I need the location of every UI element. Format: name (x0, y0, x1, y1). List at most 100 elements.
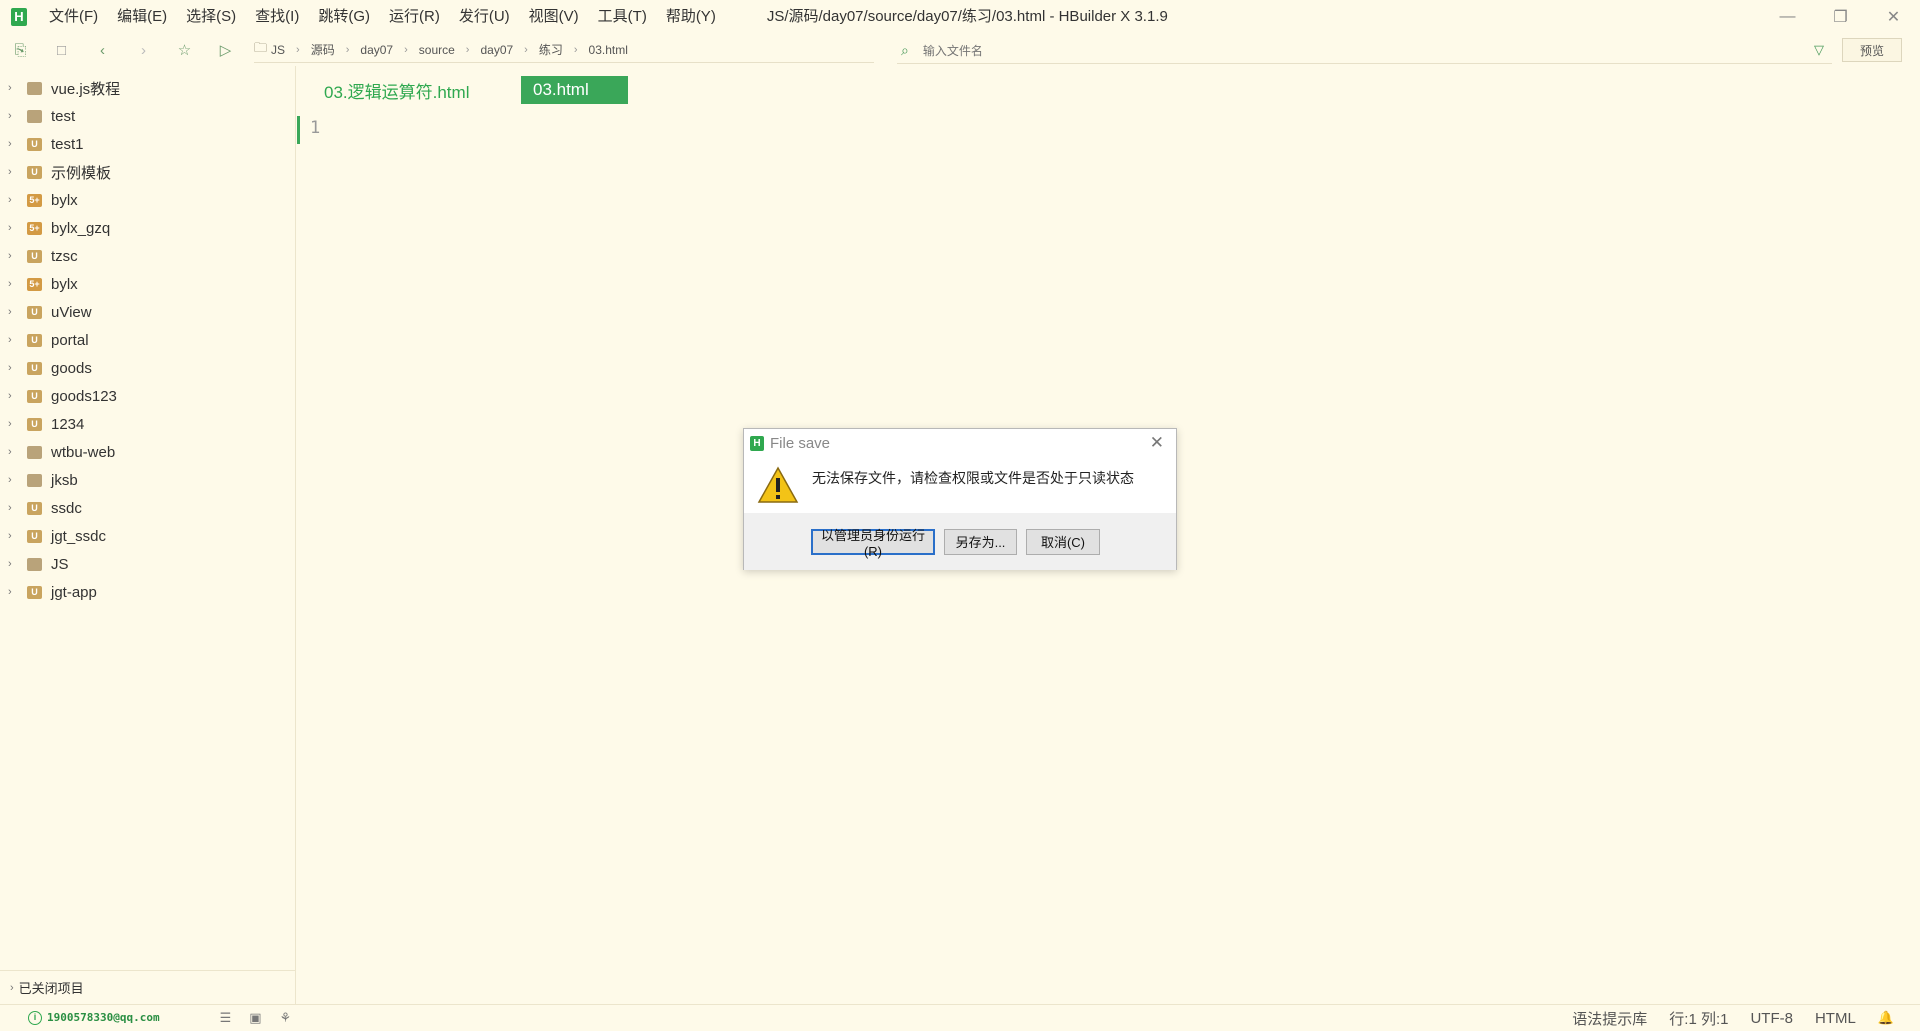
chevron-right-icon[interactable]: › (8, 250, 20, 262)
dialog-footer: 以管理员身份运行(R) 另存为... 取消(C) (744, 513, 1176, 570)
project-item[interactable]: › vue.js教程 (0, 74, 295, 102)
close-window-icon[interactable]: ✕ (1867, 0, 1920, 34)
project-item[interactable]: › 5+ bylx_gzq (0, 214, 295, 242)
breadcrumb-item[interactable]: 练习 (539, 41, 563, 58)
chevron-right-icon[interactable]: › (8, 194, 20, 206)
project-item[interactable]: › Utest1 (0, 130, 295, 158)
menu-run[interactable]: 运行(R) (379, 0, 449, 34)
title-bar: H 文件(F) 编辑(E) 选择(S) 查找(I) 跳转(G) 运行(R) 发行… (0, 0, 1920, 34)
project-label: goods (51, 359, 92, 377)
closed-projects-section[interactable]: › 已关闭项目 (0, 970, 295, 1004)
chevron-right-icon[interactable]: › (8, 446, 20, 458)
breadcrumb-item[interactable]: day07 (480, 43, 513, 57)
project-item[interactable]: › 5+ bylx (0, 270, 295, 298)
menu-goto[interactable]: 跳转(G) (308, 0, 379, 34)
project-label: test1 (51, 135, 84, 153)
chevron-right-icon[interactable]: › (8, 586, 20, 598)
project-label: vue.js教程 (51, 80, 121, 98)
project-item[interactable]: › U 1234 (0, 410, 295, 438)
chevron-right-icon: › (404, 43, 408, 56)
run-icon[interactable]: ▷ (205, 34, 246, 66)
chevron-right-icon[interactable]: › (8, 306, 20, 318)
chevron-right-icon[interactable]: › (8, 138, 20, 150)
project-item[interactable]: › Ugoods123 (0, 382, 295, 410)
project-label: jksb (51, 471, 78, 489)
close-icon[interactable]: ✕ (1150, 433, 1164, 453)
tab-logic-operators[interactable]: 03.逻辑运算符.html (324, 76, 469, 104)
project-item[interactable]: › test (0, 102, 295, 130)
project-item[interactable]: › 5+ bylx (0, 186, 295, 214)
chevron-right-icon[interactable]: › (8, 222, 20, 234)
menu-select[interactable]: 选择(S) (176, 0, 245, 34)
save-as-button[interactable]: 另存为... (944, 528, 1017, 555)
plugin-icon[interactable]: ⚘ (280, 1010, 292, 1026)
preview-button[interactable]: 预览 (1842, 38, 1902, 62)
back-icon[interactable]: ‹ (82, 34, 123, 66)
menu-help[interactable]: 帮助(Y) (656, 0, 725, 34)
project-item[interactable]: › U 示例模板 (0, 158, 295, 186)
breadcrumb-item[interactable]: source (419, 43, 455, 57)
chevron-right-icon[interactable]: › (8, 334, 20, 346)
bell-icon[interactable]: 🔔 (1878, 1010, 1894, 1026)
chevron-right-icon[interactable]: › (8, 278, 20, 290)
chevron-right-icon: › (296, 43, 300, 56)
breadcrumb-item[interactable]: day07 (360, 43, 393, 57)
status-bar: i 1900578330@qq.com ☰ ▣ ⚘ 语法提示库 行:1 列:1 … (0, 1004, 1920, 1030)
project-item[interactable]: › Ujgt-app (0, 578, 295, 606)
chevron-right-icon[interactable]: › (8, 558, 20, 570)
project-item[interactable]: › Uportal (0, 326, 295, 354)
project-item[interactable]: › UuView (0, 298, 295, 326)
chevron-right-icon[interactable]: › (10, 982, 14, 994)
file-search-input[interactable] (922, 43, 1723, 58)
chevron-right-icon[interactable]: › (8, 166, 20, 178)
project-label: jgt-app (51, 583, 97, 601)
bookmark-star-icon[interactable]: ☆ (164, 34, 205, 66)
user-account[interactable]: 1900578330@qq.com (47, 1011, 160, 1024)
terminal-icon[interactable]: ▣ (249, 1010, 261, 1026)
breadcrumb-item[interactable]: 源码 (311, 41, 335, 58)
breadcrumb-item[interactable]: JS (271, 43, 285, 57)
syntax-library[interactable]: 语法提示库 (1572, 1008, 1647, 1029)
chevron-right-icon[interactable]: › (8, 530, 20, 542)
cursor-position[interactable]: 行:1 列:1 (1669, 1008, 1728, 1029)
forward-icon[interactable]: › (123, 34, 164, 66)
language-mode[interactable]: HTML (1815, 1010, 1856, 1027)
minimize-icon[interactable]: — (1761, 0, 1814, 34)
chevron-right-icon[interactable]: › (8, 474, 20, 486)
project-item[interactable]: › jksb (0, 466, 295, 494)
save-icon[interactable]: □ (41, 34, 82, 66)
menu-publish[interactable]: 发行(U) (449, 0, 519, 34)
chevron-right-icon[interactable]: › (8, 82, 20, 94)
breadcrumb-item[interactable]: 03.html (589, 43, 628, 57)
chevron-right-icon[interactable]: › (8, 418, 20, 430)
project-item[interactable]: › wtbu-web (0, 438, 295, 466)
chevron-right-icon[interactable]: › (8, 110, 20, 122)
user-icon[interactable]: i (28, 1010, 42, 1025)
tab-03-html[interactable]: 03.html (521, 76, 628, 104)
menu-edit[interactable]: 编辑(E) (107, 0, 176, 34)
project-item[interactable]: › JS (0, 550, 295, 578)
menu-view[interactable]: 视图(V) (519, 0, 588, 34)
menu-find[interactable]: 查找(I) (245, 0, 308, 34)
project-label: portal (51, 331, 89, 349)
uniapp-project-icon: U (27, 501, 42, 515)
encoding[interactable]: UTF-8 (1750, 1010, 1793, 1027)
run-as-admin-button[interactable]: 以管理员身份运行(R) (811, 528, 935, 559)
menu-tools[interactable]: 工具(T) (588, 0, 656, 34)
uniapp-project-icon: U (27, 585, 42, 599)
new-file-icon[interactable]: ⎘ (0, 34, 41, 66)
menu-file[interactable]: 文件(F) (39, 0, 107, 34)
chevron-right-icon[interactable]: › (8, 502, 20, 514)
filter-icon[interactable]: ▽ (1814, 42, 1824, 58)
chevron-right-icon[interactable]: › (8, 390, 20, 402)
project-item[interactable]: › Ujgt_ssdc (0, 522, 295, 550)
chevron-right-icon: › (465, 43, 470, 56)
project-item[interactable]: › Ussdc (0, 494, 295, 522)
chevron-right-icon[interactable]: › (8, 362, 20, 374)
list-icon[interactable]: ☰ (220, 1010, 232, 1026)
project-item[interactable]: › Utzsc (0, 242, 295, 270)
project-item[interactable]: › Ugoods (0, 354, 295, 382)
restore-icon[interactable]: ❐ (1814, 0, 1867, 34)
cancel-button[interactable]: 取消(C) (1026, 528, 1100, 555)
dialog-title-bar: H File save ✕ (744, 429, 1176, 457)
